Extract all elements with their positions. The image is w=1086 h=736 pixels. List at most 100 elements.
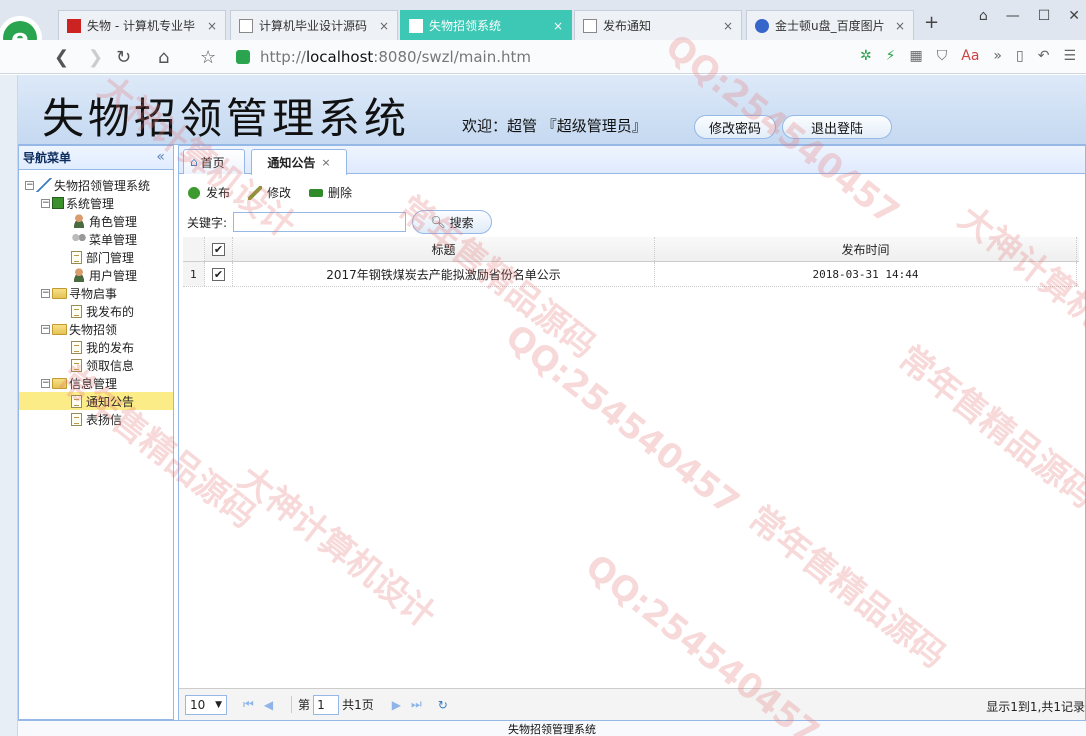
refresh-icon[interactable]: ↻: [438, 698, 448, 712]
select-all-checkbox[interactable]: ✔: [212, 242, 225, 256]
tree-group-label: 信息管理: [69, 376, 118, 391]
close-tab-icon[interactable]: ×: [553, 19, 563, 33]
content-panel: ⌂ 首页 通知公告 × 发布 修改 删除 关键字: 🔍︎ 搜索 ✔ 标题 发布时…: [178, 145, 1086, 720]
publish-button[interactable]: 发布: [187, 184, 230, 201]
favorite-star-icon[interactable]: ☆: [200, 47, 216, 68]
browser-toolbar-icons: ✲ ⚡ ▦ ⛉ Aa » ▯ ↶ ☰: [860, 48, 1076, 64]
tab-label: 通知公告: [267, 156, 316, 170]
content-tabs: ⌂ 首页 通知公告 ×: [179, 146, 1085, 175]
publish-label: 发布: [206, 186, 231, 200]
file-icon: [71, 340, 82, 354]
browser-tab[interactable]: 发布通知 ×: [574, 10, 742, 40]
undo-icon[interactable]: ↶: [1038, 48, 1050, 64]
tree-group-lost-notice[interactable]: − 寻物启事: [19, 284, 173, 302]
speed-icon[interactable]: ✲: [860, 48, 872, 64]
close-window-icon[interactable]: ✕: [1068, 8, 1080, 24]
tree-group-label: 系统管理: [66, 196, 115, 211]
tree-item-notices[interactable]: 通知公告: [19, 392, 173, 410]
favicon-icon: [67, 18, 81, 33]
close-tab-icon[interactable]: ×: [321, 156, 330, 169]
search-button[interactable]: 🔍︎ 搜索: [412, 210, 493, 234]
tree-item-menus[interactable]: 菜单管理: [19, 230, 173, 248]
minimize-icon[interactable]: —: [1006, 8, 1020, 24]
next-page-icon[interactable]: ▶: [392, 698, 401, 712]
page-prefix: 第: [291, 696, 310, 713]
tree-item-users[interactable]: 用户管理: [19, 266, 173, 284]
tree-item-label: 表扬信: [86, 412, 123, 427]
maximize-icon[interactable]: ☐: [1038, 8, 1051, 24]
tree-group-info[interactable]: − 信息管理: [19, 374, 173, 392]
skin-icon[interactable]: ⌂: [979, 8, 988, 24]
home-icon[interactable]: ⌂: [158, 47, 169, 68]
tree-item-roles[interactable]: 角色管理: [19, 212, 173, 230]
home-icon: [36, 178, 52, 192]
notice-grid: ✔ 标题 发布时间 1 ✔ 2017年钢铁煤炭去产能拟激励省份名单公示 2018…: [183, 237, 1079, 287]
collapse-toggle-icon[interactable]: −: [41, 378, 50, 388]
tree-root[interactable]: − 失物招领管理系统: [19, 176, 173, 194]
collapse-toggle-icon[interactable]: −: [25, 180, 34, 190]
column-header-time[interactable]: 发布时间: [655, 237, 1077, 261]
chevron-down-icon: ▼: [215, 699, 222, 710]
change-password-button[interactable]: 修改密码: [694, 115, 776, 139]
tab-notices[interactable]: 通知公告 ×: [251, 149, 347, 175]
page-number-input[interactable]: 1: [313, 694, 340, 715]
collapse-toggle-icon[interactable]: −: [41, 288, 50, 298]
keyword-input[interactable]: [233, 212, 407, 232]
edit-button[interactable]: 修改: [248, 184, 291, 201]
tree-item-label: 我发布的: [86, 304, 135, 319]
first-page-icon[interactable]: ⏮: [243, 697, 254, 712]
page-size-select[interactable]: 10 ▼: [185, 694, 227, 715]
close-tab-icon[interactable]: ×: [723, 19, 733, 33]
delete-button[interactable]: 删除: [309, 184, 352, 201]
browser-tab-active[interactable]: 失物招领系统 ×: [400, 10, 572, 40]
page-icon: [239, 18, 253, 33]
page-icon: [583, 18, 597, 33]
translate-icon[interactable]: Aa: [961, 48, 979, 64]
shield-icon[interactable]: ⛉: [937, 48, 948, 64]
user-icon: [71, 268, 87, 282]
row-checkbox[interactable]: ✔: [212, 267, 225, 281]
prev-page-icon[interactable]: ◀: [264, 698, 273, 712]
tree-item-claims[interactable]: 领取信息: [19, 356, 173, 374]
collapse-toggle-icon[interactable]: −: [41, 198, 50, 208]
last-page-icon[interactable]: ⏭: [411, 697, 422, 712]
tree-root-label: 失物招领管理系统: [54, 178, 151, 193]
tree-item-my-publish[interactable]: 我的发布: [19, 338, 173, 356]
tree-item-my-posts[interactable]: 我发布的: [19, 302, 173, 320]
tree-item-label: 我的发布: [86, 340, 135, 355]
table-row[interactable]: 1 ✔ 2017年钢铁煤炭去产能拟激励省份名单公示 2018-03-31 14:…: [183, 262, 1079, 287]
browser-tab[interactable]: 金士顿u盘_百度图片 ×: [746, 10, 914, 40]
tab-home[interactable]: ⌂ 首页: [183, 149, 245, 174]
reader-icon[interactable]: ▯: [1016, 48, 1024, 64]
tree-group-system[interactable]: − 系统管理: [19, 194, 173, 212]
menu-icon[interactable]: ☰: [1063, 48, 1076, 64]
logout-button[interactable]: 退出登陆: [782, 115, 892, 139]
close-tab-icon[interactable]: ×: [895, 19, 905, 33]
folder-icon: [52, 287, 67, 299]
close-tab-icon[interactable]: ×: [207, 19, 217, 33]
row-select-cell: ✔: [205, 262, 233, 286]
page-icon: [409, 18, 423, 33]
url-field[interactable]: http://localhost:8080/swzl/main.htm: [236, 46, 736, 68]
more-icon[interactable]: »: [993, 48, 1002, 64]
tree-item-commendation[interactable]: 表扬信: [19, 410, 173, 428]
secure-shield-icon: [236, 50, 250, 64]
menu-icon: [71, 232, 87, 246]
browser-tab[interactable]: 计算机毕业设计源码 ×: [230, 10, 398, 40]
forward-icon[interactable]: ❯: [88, 47, 103, 68]
back-icon[interactable]: ❮: [54, 47, 69, 68]
file-icon: [71, 412, 82, 426]
close-tab-icon[interactable]: ×: [379, 19, 389, 33]
add-icon: [187, 185, 201, 200]
apps-icon[interactable]: ▦: [910, 48, 923, 64]
row-title: 2017年钢铁煤炭去产能拟激励省份名单公示: [233, 262, 655, 286]
collapse-panel-icon[interactable]: «: [156, 149, 165, 165]
lightning-icon[interactable]: ⚡: [886, 48, 896, 64]
browser-tab[interactable]: 失物 - 计算机专业毕 ×: [58, 10, 226, 40]
tree-group-found[interactable]: − 失物招领: [19, 320, 173, 338]
new-tab-button[interactable]: +: [924, 12, 939, 33]
column-header-title[interactable]: 标题: [233, 237, 655, 261]
collapse-toggle-icon[interactable]: −: [41, 324, 50, 334]
tree-item-departments[interactable]: 部门管理: [19, 248, 173, 266]
reload-icon[interactable]: ↻: [116, 47, 131, 68]
